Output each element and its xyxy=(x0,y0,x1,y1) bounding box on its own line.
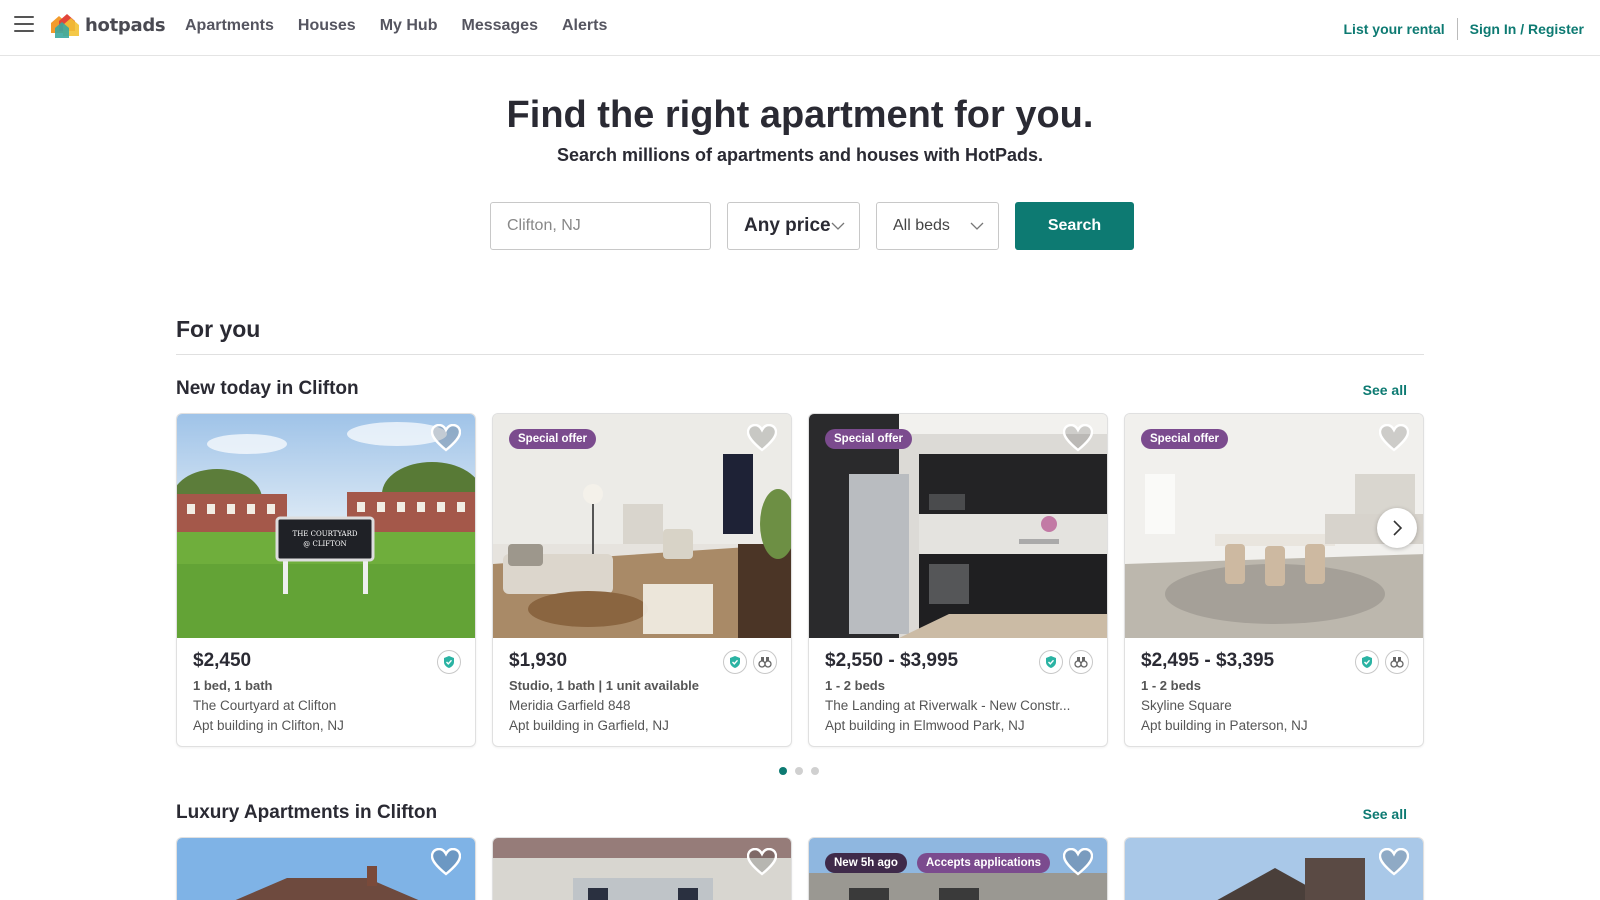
listing-name: Skyline Square xyxy=(1141,698,1232,713)
hero-subtitle: Search millions of apartments and houses… xyxy=(556,145,1044,165)
beds-dropdown[interactable]: All beds xyxy=(876,202,999,250)
new-today-heading: New today in Clifton xyxy=(176,378,359,399)
listing-photo: Special offer xyxy=(493,414,791,638)
sign-text-line-2: @ CLIFTON xyxy=(303,540,346,548)
heart-icon[interactable] xyxy=(1063,848,1093,876)
sign-in-link[interactable]: Sign In / Register xyxy=(1470,21,1584,37)
nav-apartments[interactable]: Apartments xyxy=(185,17,274,35)
listing-photo xyxy=(1125,838,1423,900)
main-nav: Apartments Houses My Hub Messages Alerts xyxy=(185,17,631,35)
listing-card[interactable]: Special offer $2,495 - $3,395 1 - 2 beds… xyxy=(1124,413,1424,747)
special-offer-badge: Special offer xyxy=(509,429,597,449)
listing-photo: Special offer xyxy=(809,414,1107,638)
listing-beds: 1 - 2 beds xyxy=(1141,678,1201,693)
luxury-carousel: New 5h ago Accepts applications xyxy=(176,837,1440,900)
account-links: List your rental Sign In / Register xyxy=(1344,18,1584,40)
listing-type: Apt building in Elmwood Park, NJ xyxy=(825,718,1025,733)
listing-price: $2,450 xyxy=(193,650,252,671)
listing-beds: Studio, 1 bath | 1 unit available xyxy=(509,678,700,693)
carousel-next-button[interactable] xyxy=(1377,508,1417,548)
tour-binoculars-icon xyxy=(753,650,777,674)
listing-card[interactable] xyxy=(176,837,476,900)
nav-alerts[interactable]: Alerts xyxy=(562,17,607,35)
new-today-carousel: THE COURTYARD @ CLIFTON $2,450 1 bed, 1 … xyxy=(176,413,1440,747)
listing-type: Apt building in Clifton, NJ xyxy=(193,718,344,733)
heart-icon[interactable] xyxy=(1379,848,1409,876)
logo-text: hotpads xyxy=(85,14,166,36)
list-your-rental-link[interactable]: List your rental xyxy=(1344,21,1445,37)
listing-name: The Landing at Riverwalk - New Constr... xyxy=(825,698,1071,713)
chevron-down-icon xyxy=(970,222,984,230)
listing-card[interactable] xyxy=(1124,837,1424,900)
nav-houses[interactable]: Houses xyxy=(298,17,356,35)
heart-icon[interactable] xyxy=(431,848,461,876)
listing-badges xyxy=(1355,650,1409,674)
listing-photo xyxy=(177,838,475,900)
verified-shield-icon xyxy=(723,650,747,674)
listing-details: $2,450 1 bed, 1 bath The Courtyard at Cl… xyxy=(177,638,475,746)
special-offer-badge: Special offer xyxy=(1141,429,1229,449)
listing-name: Meridia Garfield 848 xyxy=(509,698,631,713)
listing-beds: 1 bed, 1 bath xyxy=(193,678,273,693)
heart-icon[interactable] xyxy=(747,424,777,452)
listing-card[interactable]: New 5h ago Accepts applications xyxy=(808,837,1108,900)
accepts-applications-badge: Accepts applications xyxy=(917,853,1051,873)
top-navigation-bar: hotpads Apartments Houses My Hub Message… xyxy=(0,0,1600,56)
listing-type: Apt building in Paterson, NJ xyxy=(1141,718,1308,733)
new-today-see-all-link[interactable]: See all xyxy=(1363,382,1407,398)
beds-value: All beds xyxy=(893,217,950,234)
price-value: Any price xyxy=(744,215,831,236)
hero-title: Find the right apartment for you. xyxy=(506,94,1094,136)
carousel-dot[interactable] xyxy=(795,767,803,775)
carousel-dot[interactable] xyxy=(779,767,787,775)
chevron-right-icon xyxy=(1393,520,1403,536)
nav-messages[interactable]: Messages xyxy=(461,17,538,35)
listing-card[interactable]: Special offer $1,930 Studio, 1 bath | 1 … xyxy=(492,413,792,747)
heart-icon[interactable] xyxy=(431,424,461,452)
special-offer-badge: Special offer xyxy=(825,429,913,449)
listing-badges xyxy=(437,650,461,674)
heart-icon[interactable] xyxy=(1379,424,1409,452)
verified-shield-icon xyxy=(1039,650,1063,674)
listing-badges xyxy=(723,650,777,674)
chevron-down-icon xyxy=(831,222,845,230)
listing-details: $2,550 - $3,995 1 - 2 beds The Landing a… xyxy=(809,638,1107,746)
listing-details: $2,495 - $3,395 1 - 2 beds Skyline Squar… xyxy=(1125,638,1423,746)
carousel-pagination xyxy=(779,767,819,775)
menu-icon[interactable] xyxy=(14,16,34,34)
verified-shield-icon xyxy=(1355,650,1379,674)
carousel-dot[interactable] xyxy=(811,767,819,775)
section-divider xyxy=(176,354,1424,355)
listing-card[interactable]: Special offer $2,550 - $3,995 1 - 2 beds… xyxy=(808,413,1108,747)
nav-my-hub[interactable]: My Hub xyxy=(380,17,438,35)
location-input[interactable]: Clifton, NJ xyxy=(490,202,711,250)
tour-binoculars-icon xyxy=(1385,650,1409,674)
verified-shield-icon xyxy=(437,650,461,674)
heart-icon[interactable] xyxy=(1063,424,1093,452)
logo-mark-icon xyxy=(51,14,79,38)
divider xyxy=(1456,18,1458,40)
listing-beds: 1 - 2 beds xyxy=(825,678,885,693)
for-you-heading: For you xyxy=(176,316,261,342)
search-bar: Clifton, NJ Any price All beds Search xyxy=(490,202,1134,250)
listing-photo: THE COURTYARD @ CLIFTON xyxy=(177,414,475,638)
listing-card[interactable] xyxy=(492,837,792,900)
listing-type: Apt building in Garfield, NJ xyxy=(509,718,669,733)
new-badge: New 5h ago xyxy=(825,853,907,873)
listing-photo xyxy=(493,838,791,900)
listing-details: $1,930 Studio, 1 bath | 1 unit available… xyxy=(493,638,791,746)
listing-photo: New 5h ago Accepts applications xyxy=(809,838,1107,900)
tour-binoculars-icon xyxy=(1069,650,1093,674)
listing-card[interactable]: THE COURTYARD @ CLIFTON $2,450 1 bed, 1 … xyxy=(176,413,476,747)
luxury-see-all-link[interactable]: See all xyxy=(1363,806,1407,822)
luxury-heading: Luxury Apartments in Clifton xyxy=(176,802,438,823)
hotpads-logo[interactable]: hotpads xyxy=(47,9,166,41)
sign-text-line-1: THE COURTYARD xyxy=(293,530,358,538)
price-dropdown[interactable]: Any price xyxy=(727,202,860,250)
search-button[interactable]: Search xyxy=(1015,202,1134,250)
listing-badges xyxy=(1039,650,1093,674)
heart-icon[interactable] xyxy=(747,848,777,876)
listing-name: The Courtyard at Clifton xyxy=(193,698,337,713)
